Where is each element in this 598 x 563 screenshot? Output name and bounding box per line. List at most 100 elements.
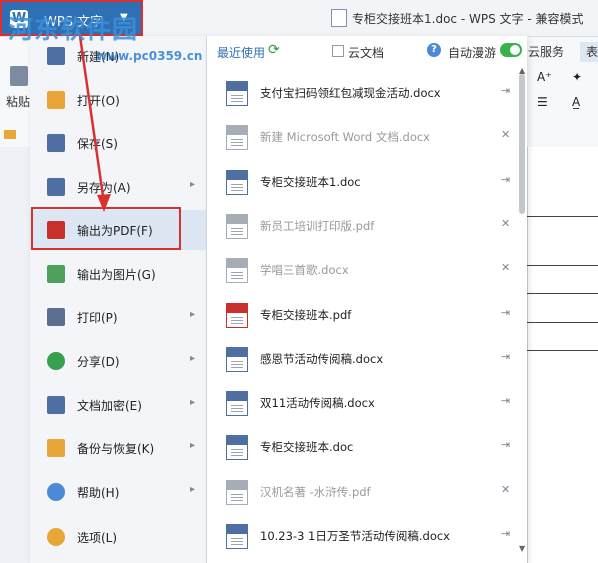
file-type-band [227,525,247,534]
backup-icon [47,439,65,457]
recent-file-row[interactable]: 支付宝扫码领红包减现金活动.docx ⇥ [207,71,517,115]
pin-icon[interactable]: ⇥ [501,306,510,319]
save-as-icon [47,178,65,196]
lock-icon [47,396,65,414]
recent-file-row[interactable]: 感恩节活动传阅稿.docx ⇥ [207,337,517,381]
share-icon [47,352,65,370]
file-type-band [227,304,247,313]
file-menu: 新建(N) 打开(O) 保存(S) 另存为(A) ▸ 输出为PDF(F) 输出为图片(G) 打… [30,36,207,563]
document-rule [527,265,598,266]
pdf-export-icon [47,221,65,239]
printer-icon [47,308,65,326]
pdf-file-icon [226,480,248,505]
recent-file-row[interactable]: 新员工培训打印版.pdf ✕ [207,204,517,248]
word-file-icon [226,347,248,372]
recent-file-name: 支付宝扫码领红包减现金活动.docx [260,86,441,100]
recent-file-row[interactable]: 专柜交接班本1.doc ⇥ [207,160,517,204]
recent-file-name: 学唱三首歌.docx [260,263,349,277]
remove-icon[interactable]: ✕ [501,217,510,230]
help-icon[interactable]: ? [427,43,441,57]
tab-cloud-service[interactable]: 云服务 [528,42,564,62]
remove-icon[interactable]: ✕ [501,261,510,274]
menu-item-label: 打印(P) [77,311,118,325]
menu-item-lock[interactable]: 文档加密(E) ▸ [30,385,206,425]
recent-file-name: 10.23-3 1日万圣节活动传阅稿.docx [260,529,450,543]
menu-item-label: 备份与恢复(K) [77,442,155,456]
recent-file-name: 汉机名著 -水浒传.pdf [260,485,371,499]
list-icon[interactable]: ☰ [537,95,548,109]
cloud-docs-checkbox[interactable] [332,45,344,57]
menu-item-save-as[interactable]: 另存为(A) ▸ [30,167,206,207]
refresh-icon[interactable]: ⟳ [268,42,280,58]
watermark-url: www.pc0359.cn [96,49,203,63]
word-file-icon [226,391,248,416]
file-type-band [227,259,247,268]
pdf-file-icon [226,214,248,239]
folder-open-icon [47,91,65,109]
recent-file-name: 新建 Microsoft Word 文档.docx [260,130,430,144]
recent-file-row[interactable]: 10.23-3 1日万圣节活动传阅稿.docx ⇥ [207,514,517,558]
scrollbar-thumb[interactable] [519,74,525,214]
recent-file-row[interactable]: 专柜交接班本.pdf ⇥ [207,293,517,337]
recent-file-row[interactable]: 学唱三首歌.docx ✕ [207,248,517,292]
help-icon [47,483,65,501]
submenu-arrow-icon: ▸ [190,484,196,495]
toggle-knob [510,45,520,55]
menu-item-pdf-export[interactable]: 输出为PDF(F) [30,210,206,250]
text-color-icon[interactable]: A̲ [572,95,580,109]
paste-icon[interactable] [10,66,28,86]
menu-item-printer[interactable]: 打印(P) ▸ [30,297,206,337]
document-canvas[interactable] [527,147,598,563]
submenu-arrow-icon: ▸ [190,440,196,451]
tab-table[interactable]: 表 [580,42,598,62]
recent-file-name: 感恩节活动传阅稿.docx [260,352,384,366]
remove-icon[interactable]: ✕ [501,128,510,141]
menu-item-help[interactable]: 帮助(H) ▸ [30,472,206,512]
menu-item-label: 选项(L) [77,531,118,545]
pin-icon[interactable]: ⇥ [501,438,510,451]
file-lines [231,272,243,273]
menu-item-label: 文档加密(E) [77,399,142,413]
auto-roam-toggle[interactable] [500,43,522,57]
pin-icon[interactable]: ⇥ [501,173,510,186]
file-type-band [227,126,247,135]
recent-file-row[interactable]: 汉机名著 -水浒传.pdf ✕ [207,470,517,514]
recent-file-row[interactable]: 新建 Microsoft Word 文档.docx ✕ [207,115,517,159]
document-rule [527,216,598,217]
pin-icon[interactable]: ⇥ [501,84,510,97]
file-lines [231,95,243,96]
menu-item-folder-open[interactable]: 打开(O) [30,80,206,120]
scroll-down-arrow[interactable]: ▼ [519,544,525,553]
menu-item-label: 输出为图片(G) [77,268,156,282]
file-type-band [227,436,247,445]
auto-roam-label: 自动漫游 [448,46,497,60]
file-lines [231,139,243,140]
format-icon[interactable]: ✦ [572,70,582,84]
document-rule [527,293,598,294]
pin-icon[interactable]: ⇥ [501,527,510,540]
file-type-band [227,392,247,401]
menu-item-image-export[interactable]: 输出为图片(G) [30,254,206,294]
font-grow-icon[interactable]: A⁺ [537,70,552,84]
file-lines [231,538,243,539]
recent-file-row[interactable]: 专柜交接班本.doc ⇥ [207,425,517,469]
recent-file-name: 新员工培训打印版.pdf [260,219,375,233]
pdf-file-icon [226,303,248,328]
file-lines [231,361,243,362]
menu-item-backup[interactable]: 备份与恢复(K) ▸ [30,428,206,468]
pin-icon[interactable]: ⇥ [501,350,510,363]
remove-icon[interactable]: ✕ [501,483,510,496]
menu-item-gear[interactable]: 选项(L) [30,517,206,557]
pin-icon[interactable]: ⇥ [501,394,510,407]
recent-file-row[interactable]: 双11活动传阅稿.docx ⇥ [207,381,517,425]
file-lines [231,494,243,495]
menu-item-save[interactable]: 保存(S) [30,123,206,163]
menu-item-share[interactable]: 分享(D) ▸ [30,341,206,381]
recent-files-panel: 最近使用 ⟳ 云文档 ? 自动漫游 ▲ ▼ 支付宝扫码领红包减现金活动.docx… [207,36,527,563]
menu-item-label: 打开(O) [77,94,120,108]
menu-item-label: 另存为(A) [77,181,131,195]
file-type-band [227,348,247,357]
file-lines [231,228,243,229]
menu-item-label: 输出为PDF(F) [77,224,153,238]
image-export-icon [47,265,65,283]
